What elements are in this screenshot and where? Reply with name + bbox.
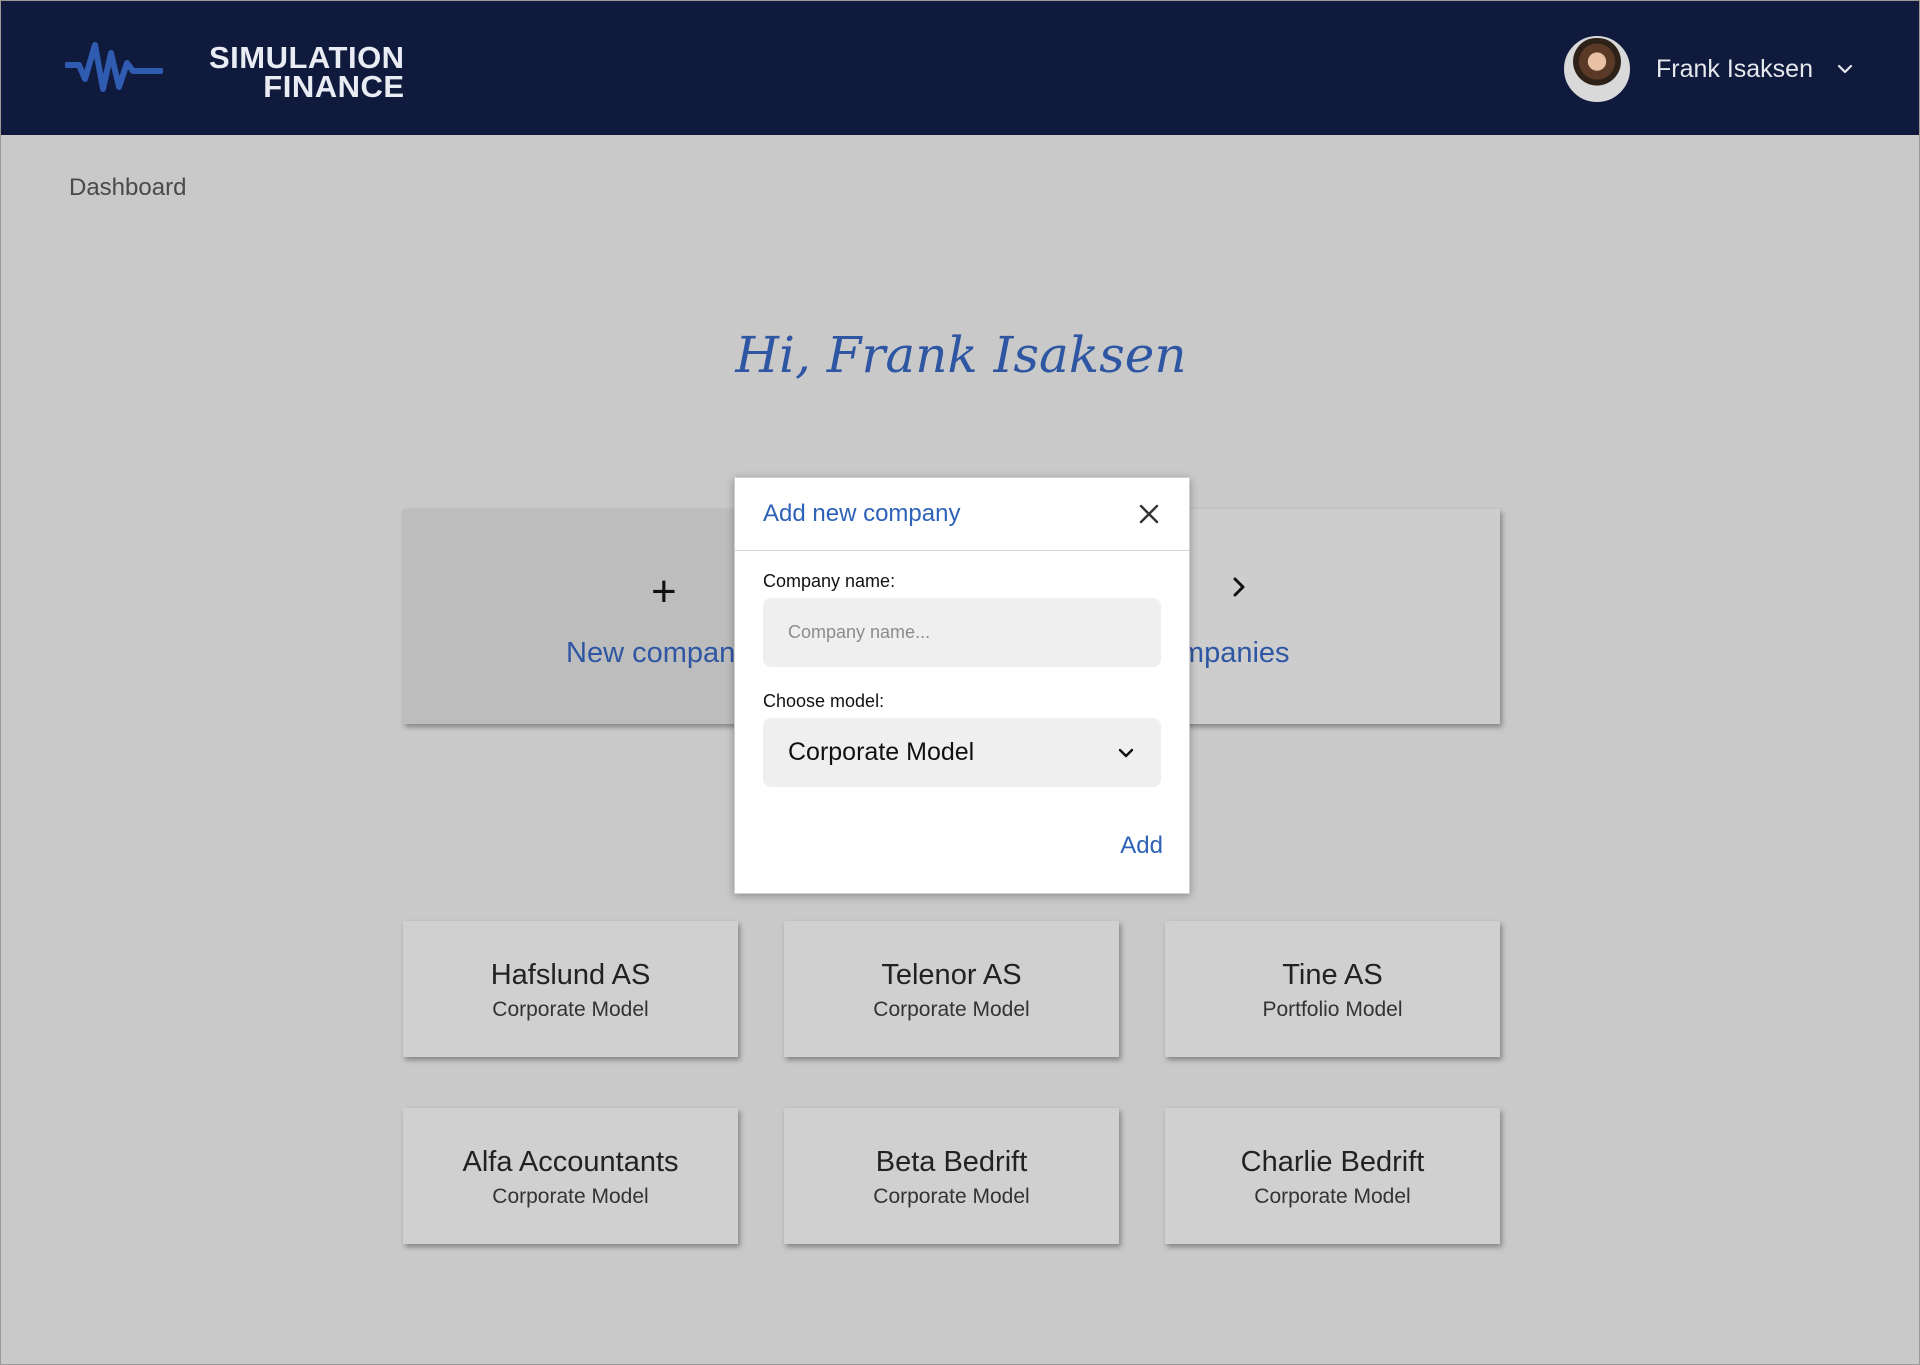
modal-title: Add new company — [763, 500, 961, 527]
model-select-value: Corporate Model — [788, 738, 975, 766]
company-card[interactable]: Telenor AS Corporate Model — [784, 921, 1119, 1057]
company-model: Corporate Model — [873, 998, 1030, 1021]
company-card[interactable]: Tine AS Portfolio Model — [1165, 921, 1500, 1057]
company-name: Hafslund AS — [490, 959, 651, 991]
greeting-heading: Hi, Frank Isaksen — [735, 326, 1187, 384]
close-icon[interactable] — [1137, 502, 1161, 526]
user-menu[interactable]: Frank Isaksen — [1563, 36, 1855, 102]
company-name: Tine AS — [1282, 959, 1383, 991]
add-company-modal: Add new company Company name: Choose mod… — [734, 477, 1190, 894]
company-name: Charlie Bedrift — [1240, 1146, 1425, 1178]
company-card[interactable]: Beta Bedrift Corporate Model — [784, 1108, 1119, 1244]
breadcrumb[interactable]: Dashboard — [69, 174, 186, 202]
company-model: Corporate Model — [492, 998, 649, 1021]
company-name: Alfa Accountants — [462, 1146, 679, 1178]
company-model: Corporate Model — [873, 1185, 1030, 1208]
brand-line-1: SIMULATION — [209, 40, 405, 75]
user-name: Frank Isaksen — [1655, 54, 1813, 83]
company-name: Beta Bedrift — [875, 1146, 1028, 1178]
chevron-down-icon[interactable] — [1835, 59, 1855, 79]
waveform-logo-icon[interactable] — [65, 39, 163, 97]
company-card[interactable]: Hafslund AS Corporate Model — [403, 921, 738, 1057]
top-bar: SIMULATION FINANCE Frank Isaksen — [1, 1, 1919, 135]
company-model: Portfolio Model — [1262, 998, 1403, 1021]
company-card[interactable]: Charlie Bedrift Corporate Model — [1165, 1108, 1500, 1244]
company-model: Corporate Model — [1254, 1185, 1411, 1208]
modal-header: Add new company — [735, 478, 1189, 551]
company-model: Corporate Model — [492, 1185, 649, 1208]
plus-icon: + — [651, 567, 677, 616]
brand-name[interactable]: SIMULATION FINANCE — [209, 40, 405, 104]
app-frame: SIMULATION FINANCE Frank Isaksen Dashboa… — [0, 0, 1920, 1365]
chevron-down-icon — [1118, 748, 1134, 757]
new-company-label: New company — [566, 637, 750, 669]
company-name: Telenor AS — [881, 959, 1022, 991]
company-name-input[interactable] — [763, 598, 1161, 667]
all-companies-card[interactable]: All companies — [1109, 509, 1500, 724]
chevron-right-icon — [1233, 577, 1245, 597]
company-name-label: Company name: — [763, 571, 896, 591]
brand-line-2: FINANCE — [263, 69, 405, 104]
company-card[interactable]: Alfa Accountants Corporate Model — [403, 1108, 738, 1244]
model-select[interactable]: Corporate Model — [763, 718, 1161, 787]
add-button[interactable]: Add — [1120, 832, 1163, 860]
model-label: Choose model: — [763, 691, 885, 711]
avatar[interactable] — [1563, 36, 1630, 102]
new-company-card[interactable]: + New company — [403, 509, 750, 724]
